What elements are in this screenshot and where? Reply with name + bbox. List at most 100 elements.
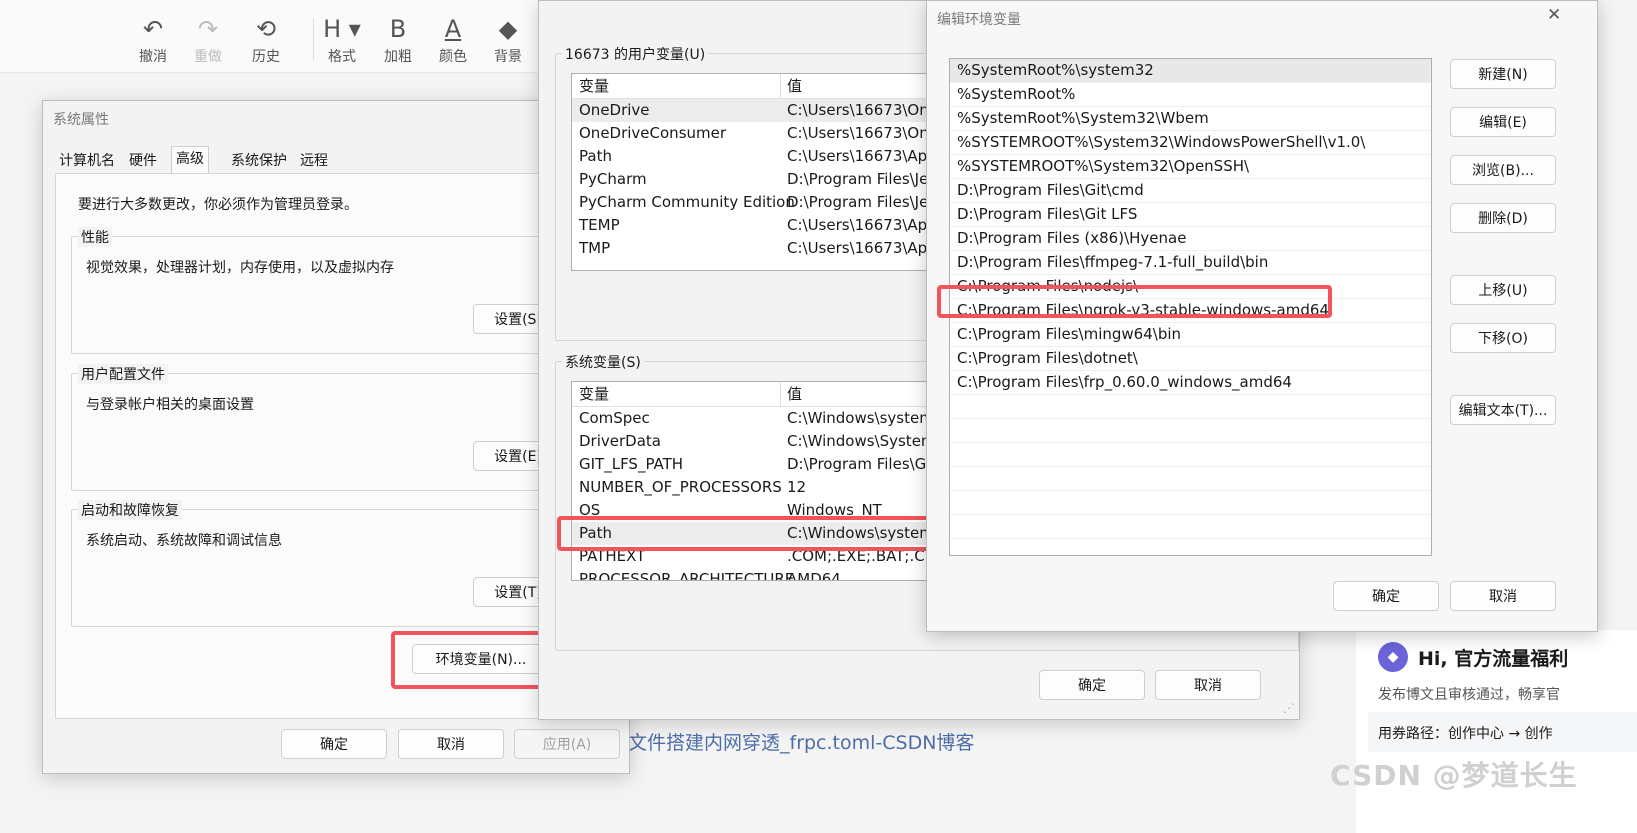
group-label: 用户配置文件 xyxy=(78,364,168,384)
bold-button[interactable]: B 加粗 xyxy=(372,14,424,66)
list-item[interactable]: DriverData C:\Windows\System32 xyxy=(572,430,972,453)
list-item[interactable]: D:\Program Files\ffmpeg-7.1-full_build\b… xyxy=(950,251,1431,275)
promo-card: ◆ Hi, 官方流量福利 发布博文且审核通过，畅享官 用券路径：创作中心 → 创… xyxy=(1356,630,1637,833)
group-description: 视觉效果，处理器计划，内存使用，以及虚拟内存 xyxy=(86,260,394,276)
heading-icon: H ▾ xyxy=(323,15,361,43)
resize-grip-icon[interactable]: ⋰ xyxy=(1283,701,1295,715)
color-button[interactable]: A 颜色 xyxy=(427,14,479,66)
tab-advanced[interactable]: 高级 xyxy=(171,146,209,175)
list-item[interactable]: PyCharm Community Edition D:\Program File… xyxy=(572,191,972,214)
history-button[interactable]: ⟲ 历史 xyxy=(240,14,292,66)
list-item[interactable]: ComSpec C:\Windows\system32 xyxy=(572,407,972,430)
toolbar-divider xyxy=(313,18,314,60)
user-variables-list[interactable]: 变量 值 OneDrive C:\Users\16673\OneDrive One… xyxy=(571,73,973,271)
list-header: 变量 值 xyxy=(572,382,972,407)
editor-toolbar: ↶ 撤消 ↷ 重做 ⟲ 历史 H ▾ 格式 B 加粗 A 颜色 ◆ 背景 xyxy=(0,0,560,73)
list-item[interactable]: NUMBER_OF_PROCESSORS 12 xyxy=(572,476,972,499)
highlight-box xyxy=(937,285,1332,318)
delete-button[interactable]: 删除(D) xyxy=(1450,203,1556,233)
undo-button[interactable]: ↶ 撤消 xyxy=(127,14,179,66)
ok-button[interactable]: 确定 xyxy=(1039,670,1145,700)
browse-button[interactable]: 浏览(B)... xyxy=(1450,155,1556,185)
empty-row[interactable] xyxy=(950,395,1431,419)
list-item[interactable]: D:\Program Files (x86)\Hyenae xyxy=(950,227,1431,251)
edit-environment-variable-dialog: 编辑环境变量 ✕ %SystemRoot%\system32 %SystemRo… xyxy=(926,0,1598,632)
list-item[interactable]: C:\Program Files\dotnet\ xyxy=(950,347,1431,371)
cancel-button[interactable]: 取消 xyxy=(1155,670,1261,700)
move-down-button[interactable]: 下移(O) xyxy=(1450,323,1556,353)
empty-row[interactable] xyxy=(950,515,1431,539)
list-item[interactable]: TMP C:\Users\16673\AppData xyxy=(572,237,972,260)
font-color-icon: A xyxy=(444,15,462,43)
empty-row[interactable] xyxy=(950,419,1431,443)
empty-row[interactable] xyxy=(950,539,1431,555)
gift-icon: ◆ xyxy=(1378,642,1408,672)
ok-button[interactable]: 确定 xyxy=(1333,581,1439,611)
list-item[interactable]: Path C:\Users\16673\AppData xyxy=(572,145,972,168)
redo-button[interactable]: ↷ 重做 xyxy=(182,14,234,66)
watermark: CSDN @梦道长生 xyxy=(1330,759,1578,792)
format-button[interactable]: H ▾ 格式 xyxy=(316,14,368,66)
highlight-box xyxy=(557,516,933,551)
ok-button[interactable]: 确定 xyxy=(281,729,387,759)
list-item[interactable]: %SYSTEMROOT%\System32\OpenSSH\ xyxy=(950,155,1431,179)
tab-computer-name[interactable]: 计算机名 xyxy=(55,149,119,173)
close-icon[interactable]: ✕ xyxy=(1547,5,1561,25)
list-item[interactable]: %SystemRoot%\system32 xyxy=(950,59,1431,83)
empty-row[interactable] xyxy=(950,443,1431,467)
column-header-variable[interactable]: 变量 xyxy=(579,382,609,406)
promo-path-box: 用券路径：创作中心 → 创作 xyxy=(1368,712,1637,752)
column-header-value[interactable]: 值 xyxy=(787,74,802,98)
list-item[interactable]: PyCharm D:\Program Files\JetBrains xyxy=(572,168,972,191)
cancel-button[interactable]: 取消 xyxy=(1450,581,1556,611)
group-label: 16673 的用户变量(U) xyxy=(562,44,709,64)
group-description: 与登录帐户相关的桌面设置 xyxy=(86,397,254,413)
dialog-title: 系统属性 xyxy=(53,112,109,128)
dialog-title: 编辑环境变量 xyxy=(937,12,1021,28)
undo-icon: ↶ xyxy=(142,15,164,43)
redo-icon: ↷ xyxy=(197,15,219,43)
column-header-value[interactable]: 值 xyxy=(787,382,802,406)
list-item[interactable]: %SYSTEMROOT%\System32\WindowsPowerShell\… xyxy=(950,131,1431,155)
list-item[interactable]: %SystemRoot% xyxy=(950,83,1431,107)
list-header: 变量 值 xyxy=(572,74,972,99)
system-variables-list[interactable]: 变量 值 ComSpec C:\Windows\system32 DriverDa… xyxy=(571,381,973,581)
tab-hardware[interactable]: 硬件 xyxy=(125,149,161,173)
apply-button[interactable]: 应用(A) xyxy=(514,729,620,759)
history-icon: ⟲ xyxy=(255,15,277,43)
list-item[interactable]: OneDriveConsumer C:\Users\16673\OneDrive xyxy=(572,122,972,145)
column-divider[interactable] xyxy=(780,382,781,406)
background-button[interactable]: ◆ 背景 xyxy=(482,14,534,66)
paint-bucket-icon: ◆ xyxy=(498,15,518,43)
list-item[interactable]: C:\Program Files\frp_0.60.0_windows_amd6… xyxy=(950,371,1431,395)
promo-path: 用券路径：创作中心 → 创作 xyxy=(1378,726,1553,742)
empty-row[interactable] xyxy=(950,491,1431,515)
move-up-button[interactable]: 上移(U) xyxy=(1450,275,1556,305)
group-label: 启动和故障恢复 xyxy=(78,500,182,520)
edit-button[interactable]: 编辑(E) xyxy=(1450,107,1556,137)
promo-title: Hi, 官方流量福利 xyxy=(1418,648,1569,670)
list-item[interactable]: %SystemRoot%\System32\Wbem xyxy=(950,107,1431,131)
list-item[interactable]: PROCESSOR_ARCHITECTURE AMD64 xyxy=(572,568,972,580)
list-item[interactable]: TEMP C:\Users\16673\AppData xyxy=(572,214,972,237)
list-item[interactable]: OneDrive C:\Users\16673\OneDrive xyxy=(572,99,972,122)
group-label: 系统变量(S) xyxy=(562,352,644,372)
admin-note: 要进行大多数更改，你必须作为管理员登录。 xyxy=(78,197,358,213)
list-item[interactable]: D:\Program Files\Git LFS xyxy=(950,203,1431,227)
tab-remote[interactable]: 远程 xyxy=(296,149,332,173)
empty-row[interactable] xyxy=(950,467,1431,491)
blog-link[interactable]: 文件搭建内网穿透_frpc.toml-CSDN博客 xyxy=(628,728,974,755)
promo-description: 发布博文且审核通过，畅享官 xyxy=(1378,687,1560,703)
group-description: 系统启动、系统故障和调试信息 xyxy=(86,533,282,549)
group-label: 性能 xyxy=(78,227,112,247)
new-button[interactable]: 新建(N) xyxy=(1450,59,1556,89)
list-item[interactable]: GIT_LFS_PATH D:\Program Files\Git xyxy=(572,453,972,476)
list-item[interactable]: D:\Program Files\Git\cmd xyxy=(950,179,1431,203)
column-header-variable[interactable]: 变量 xyxy=(579,74,609,98)
column-divider[interactable] xyxy=(780,74,781,98)
list-item[interactable]: C:\Program Files\mingw64\bin xyxy=(950,323,1431,347)
edit-text-button[interactable]: 编辑文本(T)... xyxy=(1450,395,1556,425)
cancel-button[interactable]: 取消 xyxy=(398,729,504,759)
bold-icon: B xyxy=(389,15,407,43)
tab-system-protection[interactable]: 系统保护 xyxy=(227,149,291,173)
